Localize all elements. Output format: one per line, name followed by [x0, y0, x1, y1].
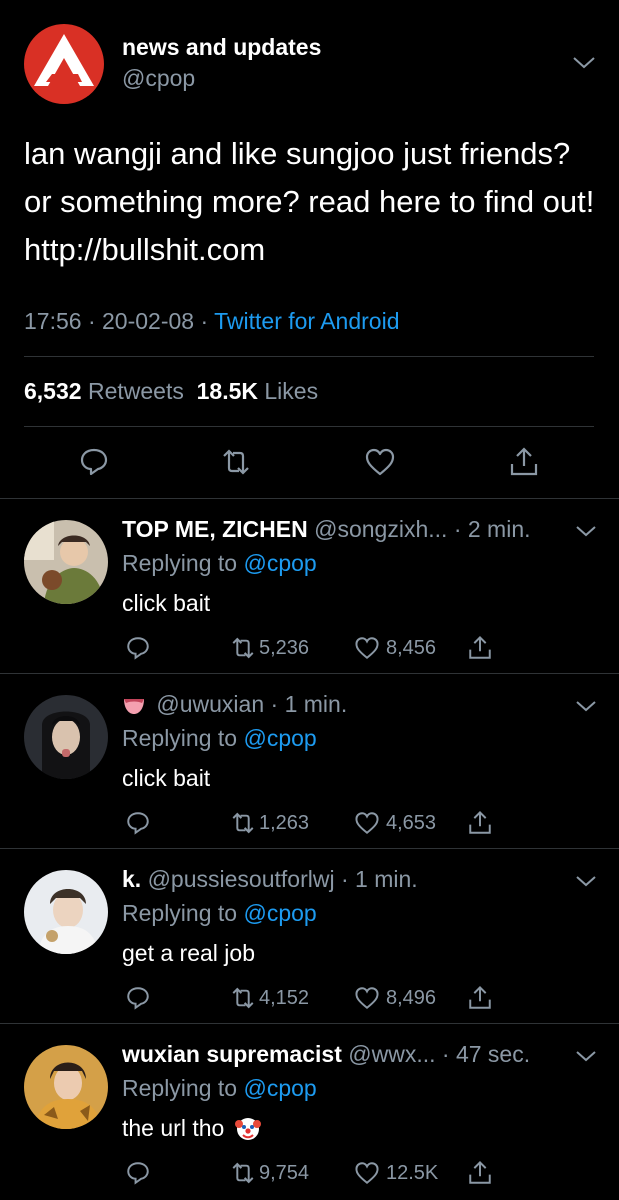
retweet-count[interactable]: 6,532	[24, 378, 82, 404]
reply-header: wuxian supremacist @wwx... · 47 sec.	[122, 1041, 531, 1067]
tweet-time: 17:56	[24, 308, 82, 334]
divider	[0, 1023, 619, 1024]
replying-to-handle[interactable]: @cpop	[243, 725, 316, 751]
reply-item[interactable]: k. @pussiesoutforlwj · 1 min. Replying t…	[0, 850, 619, 1025]
share-icon[interactable]	[467, 635, 493, 661]
share-icon[interactable]	[467, 985, 493, 1011]
clown-emoji	[234, 1118, 261, 1140]
retweet-count: 9,754	[259, 1162, 310, 1184]
like-icon[interactable]	[354, 635, 380, 661]
retweet-count: 4,152	[259, 987, 310, 1009]
avatar[interactable]	[24, 1045, 108, 1129]
reply-header: k. @pussiesoutforlwj · 1 min.	[122, 866, 418, 892]
reply-item[interactable]: TOP ME, ZICHEN @songzixh... · 2 min. Rep…	[0, 500, 619, 675]
retweet-count: 1,263	[259, 812, 310, 834]
reply-author-name[interactable]: k.	[122, 866, 141, 892]
like-count[interactable]: 18.5K	[197, 378, 258, 404]
reply-author-handle[interactable]: @songzixh...	[314, 516, 447, 542]
retweet-count: 5,236	[259, 637, 310, 659]
reply-item[interactable]: wuxian supremacist @wwx... · 47 sec. Rep…	[0, 1025, 619, 1200]
replying-to-handle[interactable]: @cpop	[243, 550, 316, 576]
tweet-meta: 17:56 · 20-02-08 · Twitter for Android	[24, 308, 400, 334]
replying-to-handle[interactable]: @cpop	[243, 1075, 316, 1101]
divider	[0, 848, 619, 849]
divider	[0, 673, 619, 674]
reply-author-name[interactable]: wuxian supremacist	[122, 1041, 342, 1067]
replying-to: Replying to @cpop	[122, 1075, 317, 1101]
retweet-icon[interactable]	[220, 446, 252, 478]
divider	[0, 498, 619, 499]
cpop-logo[interactable]	[24, 24, 104, 104]
like-icon[interactable]	[354, 1160, 380, 1186]
replying-to: Replying to @cpop	[122, 550, 317, 576]
like-label[interactable]: Likes	[264, 378, 318, 404]
reply-icon[interactable]	[125, 1160, 151, 1186]
like-icon[interactable]	[354, 985, 380, 1011]
reply-header: @uwuxian · 1 min.	[122, 691, 347, 718]
retweet-label[interactable]: Retweets	[88, 378, 184, 404]
retweet-icon[interactable]	[230, 1160, 256, 1186]
reply-icon[interactable]	[78, 446, 110, 478]
reply-time: 47 sec.	[455, 1041, 531, 1067]
share-icon[interactable]	[508, 446, 540, 478]
tweet-date: 20-02-08	[102, 308, 195, 334]
like-icon[interactable]	[354, 810, 380, 836]
chevron-down-icon[interactable]	[575, 874, 597, 888]
like-count: 8,456	[386, 637, 437, 659]
reply-text: get a real job	[122, 940, 255, 966]
reply-item[interactable]: @uwuxian · 1 min. Replying to @cpop clic…	[0, 675, 619, 850]
reply-icon[interactable]	[125, 985, 151, 1011]
like-count: 4,653	[386, 812, 437, 834]
reply-text: the url tho	[122, 1115, 261, 1142]
reply-time: 2 min.	[467, 516, 531, 542]
mouth-emoji	[124, 699, 144, 714]
share-icon[interactable]	[467, 810, 493, 836]
like-count: 8,496	[386, 987, 437, 1009]
main-tweet: news and updates @cpop lan wangji and li…	[0, 0, 619, 498]
author-name[interactable]: news and updates	[122, 34, 321, 61]
chevron-down-icon[interactable]	[575, 699, 597, 713]
divider	[24, 426, 594, 427]
reply-author-handle[interactable]: @wwx...	[348, 1041, 435, 1067]
author-handle[interactable]: @cpop	[122, 65, 195, 92]
avatar[interactable]	[24, 695, 108, 779]
like-icon[interactable]	[364, 446, 396, 478]
reply-icon[interactable]	[125, 635, 151, 661]
tweet-text: lan wangji and like sungjoo just friends…	[24, 136, 595, 267]
avatar[interactable]	[24, 870, 108, 954]
reply-time: 1 min.	[284, 691, 348, 717]
avatar[interactable]	[24, 520, 108, 604]
reply-author-name[interactable]: TOP ME, ZICHEN	[122, 516, 308, 542]
tweet-stats: 6,532 Retweets 18.5K Likes	[24, 378, 318, 405]
reply-text: click bait	[122, 590, 211, 616]
retweet-icon[interactable]	[230, 985, 256, 1011]
chevron-down-icon[interactable]	[575, 1049, 597, 1063]
retweet-icon[interactable]	[230, 810, 256, 836]
replying-to-handle[interactable]: @cpop	[243, 900, 316, 926]
chevron-down-icon[interactable]	[575, 524, 597, 538]
chevron-down-icon[interactable]	[572, 55, 596, 71]
reply-header: TOP ME, ZICHEN @songzixh... · 2 min.	[122, 516, 531, 542]
share-icon[interactable]	[467, 1160, 493, 1186]
like-count: 12.5K	[386, 1162, 439, 1184]
reply-icon[interactable]	[125, 810, 151, 836]
reply-time: 1 min.	[355, 866, 418, 892]
tweet-source[interactable]: Twitter for Android	[214, 308, 399, 334]
retweet-icon[interactable]	[230, 635, 256, 661]
reply-text: click bait	[122, 765, 211, 791]
divider	[24, 356, 594, 357]
reply-author-handle[interactable]: @uwuxian	[156, 691, 264, 717]
replying-to: Replying to @cpop	[122, 900, 317, 926]
replying-to: Replying to @cpop	[122, 725, 317, 751]
reply-author-handle[interactable]: @pussiesoutforlwj	[148, 866, 335, 892]
